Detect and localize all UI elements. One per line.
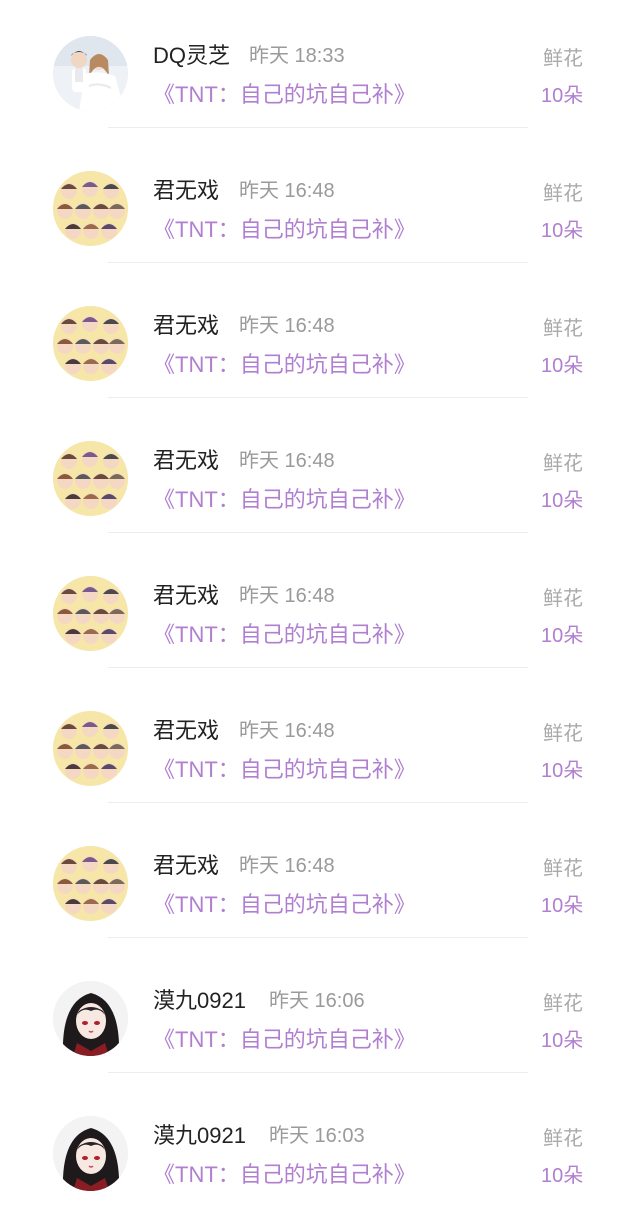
gift-count: 10朵 [541,85,584,107]
user-name[interactable]: DQ灵芝 [153,38,230,70]
list-item[interactable]: 君无戏 昨天 16:48 《TNT：自己的坑自己补》 鲜花 10朵 [0,540,640,675]
avatar[interactable] [53,711,128,786]
group-cartoon-avatar-icon [53,306,128,381]
anime-character-avatar-icon [53,1116,128,1191]
list-item[interactable]: 漠九0921 昨天 16:06 《TNT：自己的坑自己补》 鲜花 10朵 [0,945,640,1080]
wedding-photo-avatar-icon [53,36,128,111]
user-name[interactable]: 漠九0921 [153,983,246,1015]
divider [108,802,528,803]
book-title-link[interactable]: 《TNT：自己的坑自己补》 [153,617,416,649]
user-name[interactable]: 君无戏 [153,713,219,745]
gift-type-label: 鲜花 [543,453,583,475]
list-item[interactable]: 漠九0921 昨天 16:03 《TNT：自己的坑自己补》 鲜花 10朵 [0,1080,640,1215]
gift-count: 10朵 [541,760,584,782]
group-cartoon-avatar-icon [53,171,128,246]
book-title-link[interactable]: 《TNT：自己的坑自己补》 [153,212,416,244]
list-item[interactable]: 君无戏 昨天 16:48 《TNT：自己的坑自己补》 鲜花 10朵 [0,405,640,540]
book-title-link[interactable]: 《TNT：自己的坑自己补》 [153,347,416,379]
timestamp: 昨天 16:03 [269,1125,365,1147]
group-cartoon-avatar-icon [53,711,128,786]
divider [108,1072,528,1073]
avatar[interactable] [53,171,128,246]
gift-count: 10朵 [541,355,584,377]
gift-type-label: 鲜花 [543,48,583,70]
list-item[interactable]: 君无戏 昨天 16:48 《TNT：自己的坑自己补》 鲜花 10朵 [0,810,640,945]
gift-count: 10朵 [541,895,584,917]
avatar[interactable] [53,576,128,651]
gift-type-label: 鲜花 [543,183,583,205]
anime-character-avatar-icon [53,981,128,1056]
list-item[interactable]: 君无戏 昨天 16:48 《TNT：自己的坑自己补》 鲜花 10朵 [0,270,640,405]
group-cartoon-avatar-icon [53,576,128,651]
user-name[interactable]: 君无戏 [153,578,219,610]
gift-count: 10朵 [541,1030,584,1052]
avatar[interactable] [53,441,128,516]
avatar[interactable] [53,1116,128,1191]
timestamp: 昨天 16:48 [239,450,335,472]
group-cartoon-avatar-icon [53,846,128,921]
gift-type-label: 鲜花 [543,1128,583,1150]
avatar[interactable] [53,981,128,1056]
timestamp: 昨天 16:06 [269,990,365,1012]
list-item[interactable]: 君无戏 昨天 16:48 《TNT：自己的坑自己补》 鲜花 10朵 [0,675,640,810]
gift-count: 10朵 [541,625,584,647]
list-item[interactable]: 君无戏 昨天 16:48 《TNT：自己的坑自己补》 鲜花 10朵 [0,135,640,270]
gift-count: 10朵 [541,1165,584,1187]
user-name[interactable]: 君无戏 [153,443,219,475]
gift-type-label: 鲜花 [543,723,583,745]
gift-type-label: 鲜花 [543,318,583,340]
timestamp: 昨天 16:48 [239,585,335,607]
divider [108,262,528,263]
user-name[interactable]: 君无戏 [153,308,219,340]
book-title-link[interactable]: 《TNT：自己的坑自己补》 [153,482,416,514]
gift-type-label: 鲜花 [543,588,583,610]
timestamp: 昨天 16:48 [239,720,335,742]
timestamp: 昨天 16:48 [239,855,335,877]
book-title-link[interactable]: 《TNT：自己的坑自己补》 [153,77,416,109]
book-title-link[interactable]: 《TNT：自己的坑自己补》 [153,1022,416,1054]
avatar[interactable] [53,306,128,381]
gift-record-list: DQ灵芝 昨天 18:33 《TNT：自己的坑自己补》 鲜花 10朵 君无戏 昨… [0,0,640,1203]
gift-count: 10朵 [541,490,584,512]
user-name[interactable]: 君无戏 [153,173,219,205]
gift-count: 10朵 [541,220,584,242]
divider [108,937,528,938]
divider [108,397,528,398]
avatar[interactable] [53,846,128,921]
group-cartoon-avatar-icon [53,441,128,516]
divider [108,532,528,533]
user-name[interactable]: 漠九0921 [153,1118,246,1150]
book-title-link[interactable]: 《TNT：自己的坑自己补》 [153,887,416,919]
list-item[interactable]: DQ灵芝 昨天 18:33 《TNT：自己的坑自己补》 鲜花 10朵 [0,0,640,135]
divider [108,667,528,668]
user-name[interactable]: 君无戏 [153,848,219,880]
avatar[interactable] [53,36,128,111]
timestamp: 昨天 18:33 [249,45,345,67]
gift-type-label: 鲜花 [543,993,583,1015]
timestamp: 昨天 16:48 [239,180,335,202]
divider [108,127,528,128]
book-title-link[interactable]: 《TNT：自己的坑自己补》 [153,752,416,784]
book-title-link[interactable]: 《TNT：自己的坑自己补》 [153,1157,416,1189]
timestamp: 昨天 16:48 [239,315,335,337]
gift-type-label: 鲜花 [543,858,583,880]
